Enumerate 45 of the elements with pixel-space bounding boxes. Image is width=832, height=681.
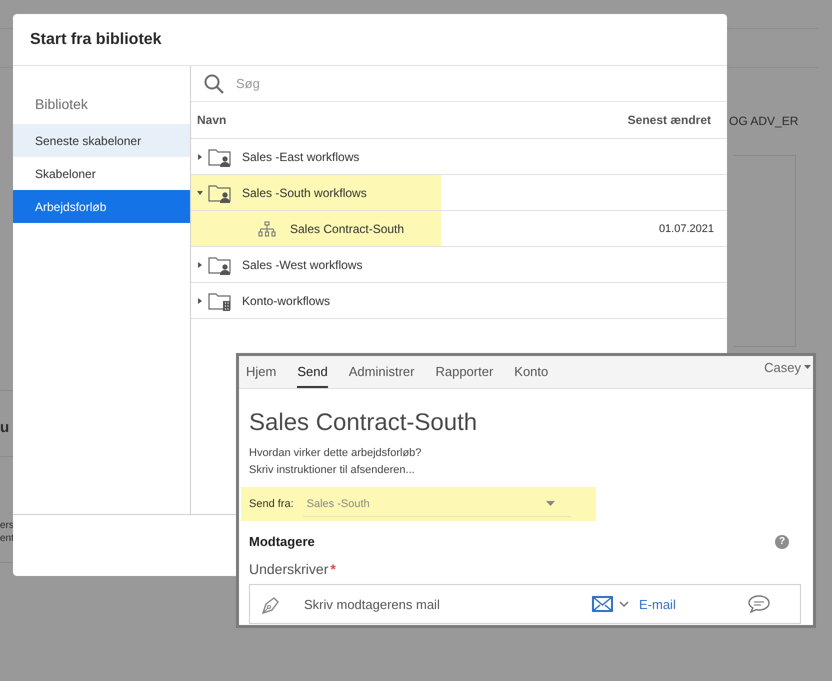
- email-field[interactable]: Skriv modtagerens mail: [302, 596, 592, 612]
- column-header[interactable]: Senest ændret: [628, 113, 711, 127]
- name-cell[interactable]: Sales -West workflows: [191, 247, 441, 282]
- nav-tab[interactable]: Hjem: [246, 356, 276, 388]
- item-name: Sales -South workflows: [242, 186, 367, 200]
- nav-tab[interactable]: Konto: [514, 356, 548, 388]
- caret-icon: [546, 501, 555, 506]
- dialog-title: Start fra bibliotek: [30, 30, 162, 48]
- name-cell[interactable]: Konto-workflows: [191, 283, 441, 318]
- sidebar-heading: Bibliotek: [34, 96, 89, 112]
- chevron-icon: [619, 601, 629, 607]
- item-name: Sales -East workflows: [242, 150, 360, 164]
- sidebar-item[interactable]: Skabeloner: [13, 157, 190, 190]
- search-field[interactable]: Søg: [234, 75, 538, 92]
- item-name: Konto-workflows: [242, 294, 330, 308]
- background-text: ent: [0, 533, 14, 544]
- required-mark: *: [330, 561, 336, 577]
- background-text: u: [0, 419, 10, 436]
- nav-tab[interactable]: Administrer: [348, 356, 414, 388]
- name-cell[interactable]: Sales -South workflows: [191, 175, 441, 210]
- search-icon: [204, 74, 224, 94]
- description-text: Hvordan virker dette arbejdsforløb?: [249, 446, 422, 461]
- name-cell[interactable]: Sales Contract-South: [191, 211, 441, 246]
- user-menu[interactable]: Casey: [764, 356, 813, 378]
- item-name: Sales Contract-South: [290, 222, 404, 236]
- envelope-icon: [592, 596, 613, 612]
- sidebar-item[interactable]: Seneste skabeloner: [13, 124, 190, 157]
- field-label: Send fra:: [249, 498, 294, 510]
- caret-icon: [804, 365, 811, 369]
- section-heading: Modtagere: [249, 534, 315, 549]
- org-chart-icon: [258, 220, 276, 236]
- sidebar-item[interactable]: Arbejdsforløb: [13, 190, 190, 223]
- page-title: Sales Contract-South: [249, 409, 478, 437]
- nav-tab[interactable]: Rapporter: [435, 356, 494, 388]
- role-label: Underskriver: [249, 561, 328, 577]
- name-cell[interactable]: Sales -East workflows: [191, 139, 441, 174]
- column-header[interactable]: Navn: [197, 113, 226, 127]
- item-name: Sales -West workflows: [242, 258, 362, 272]
- nav-tab[interactable]: Send: [297, 356, 328, 388]
- speech-bubble-icon: [748, 594, 770, 614]
- delivery-method-link[interactable]: E-mail: [639, 596, 676, 612]
- modified-date: 01.07.2021: [658, 222, 715, 234]
- background-text: ers: [0, 520, 14, 531]
- background-text: OG ADV_ER: [729, 114, 798, 128]
- instructions-text: Skriv instruktioner til afsenderen...: [249, 463, 416, 478]
